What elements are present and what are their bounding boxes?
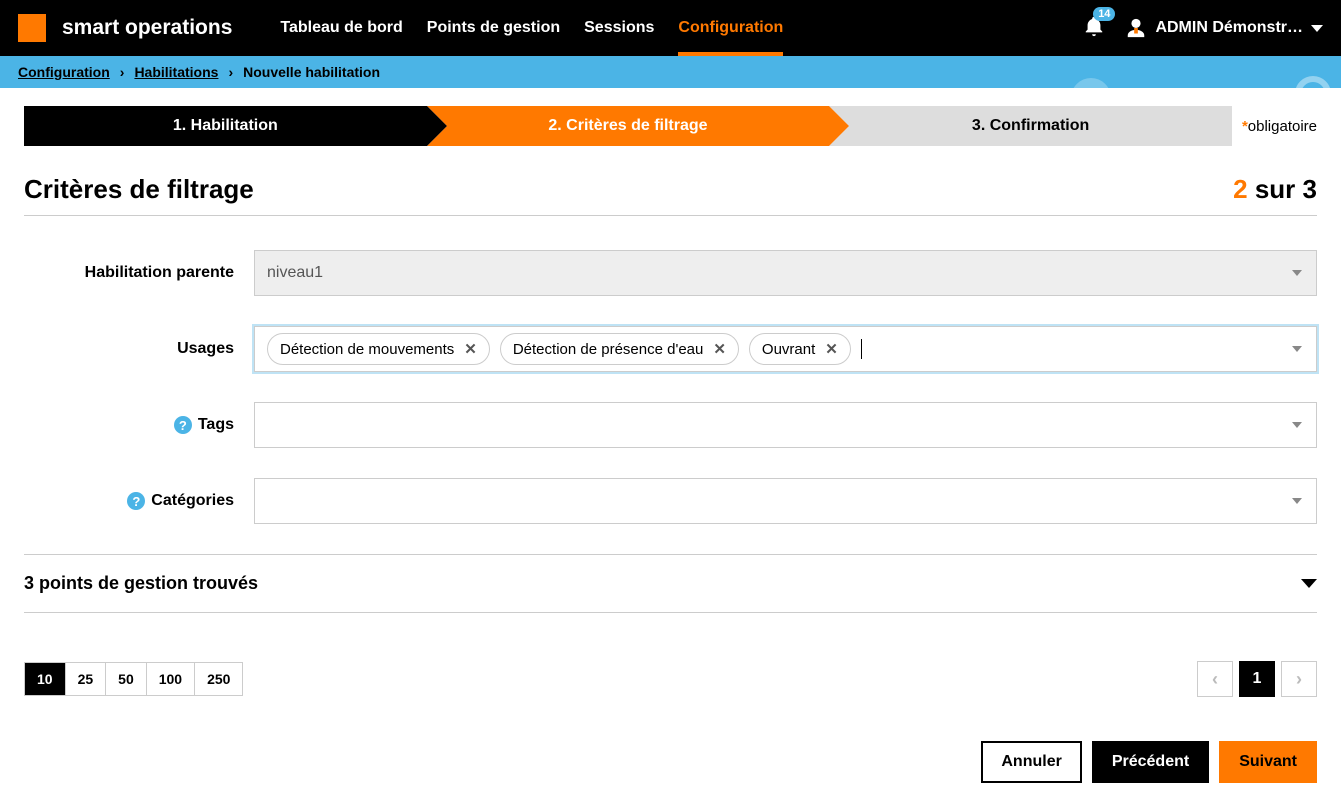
breadcrumb-sep: › bbox=[228, 64, 233, 80]
chevron-down-icon bbox=[1311, 25, 1323, 32]
breadcrumb-link-config[interactable]: Configuration bbox=[18, 64, 110, 80]
chevron-down-icon bbox=[1301, 579, 1317, 588]
parent-value: niveau1 bbox=[267, 264, 323, 282]
parent-select[interactable]: niveau1 bbox=[254, 250, 1317, 296]
required-hint: *obligatoire bbox=[1242, 118, 1317, 135]
header-right: 14 ADMIN Démonstr… bbox=[1083, 13, 1323, 44]
page-1[interactable]: 1 bbox=[1239, 661, 1275, 697]
label-tags: ? Tags bbox=[24, 416, 254, 434]
close-icon[interactable]: ✕ bbox=[713, 340, 726, 358]
brand-name: smart operations bbox=[62, 16, 232, 40]
step-2[interactable]: 2. Critères de filtrage bbox=[427, 106, 830, 146]
chevron-down-icon bbox=[1292, 422, 1302, 428]
text-cursor bbox=[861, 339, 862, 359]
nav-sessions[interactable]: Sessions bbox=[584, 0, 654, 56]
breadcrumb-link-habilitations[interactable]: Habilitations bbox=[134, 64, 218, 80]
page-size-250[interactable]: 250 bbox=[195, 663, 242, 695]
page-size-10[interactable]: 10 bbox=[25, 663, 66, 695]
footer-actions: Annuler Précédent Suivant bbox=[981, 741, 1317, 783]
row-tags: ? Tags bbox=[24, 402, 1317, 448]
next-button[interactable]: Suivant bbox=[1219, 741, 1317, 783]
results-toggle[interactable]: 3 points de gestion trouvés bbox=[24, 554, 1317, 613]
page-size-50[interactable]: 50 bbox=[106, 663, 147, 695]
breadcrumb: Configuration › Habilitations › Nouvelle… bbox=[0, 56, 1341, 88]
help-icon[interactable]: ? bbox=[174, 416, 192, 434]
breadcrumb-sep: › bbox=[120, 64, 125, 80]
chevron-left-icon: ‹ bbox=[1212, 669, 1218, 690]
page-size-25[interactable]: 25 bbox=[66, 663, 107, 695]
row-parent: Habilitation parente niveau1 bbox=[24, 250, 1317, 296]
label-categories: ? Catégories bbox=[24, 492, 254, 510]
close-icon[interactable]: ✕ bbox=[464, 340, 477, 358]
chip-usage: Détection de mouvements✕ bbox=[267, 333, 490, 365]
step-3[interactable]: 3. Confirmation bbox=[829, 106, 1232, 146]
page-next[interactable]: › bbox=[1281, 661, 1317, 697]
page-size-selector: 10 25 50 100 250 bbox=[24, 662, 243, 696]
page-nav: ‹ 1 › bbox=[1197, 661, 1317, 697]
chip-usage: Ouvrant✕ bbox=[749, 333, 851, 365]
user-name: ADMIN Démonstr… bbox=[1155, 19, 1303, 37]
tags-select[interactable] bbox=[254, 402, 1317, 448]
breadcrumb-current: Nouvelle habilitation bbox=[243, 64, 380, 80]
notifications-button[interactable]: 14 bbox=[1083, 13, 1105, 44]
title-row: Critères de filtrage 2 sur 3 bbox=[24, 174, 1317, 216]
step-1[interactable]: 1. Habilitation bbox=[24, 106, 427, 146]
chevron-down-icon bbox=[1292, 270, 1302, 276]
label-usages: Usages bbox=[24, 340, 254, 358]
results-text: 3 points de gestion trouvés bbox=[24, 573, 258, 594]
close-icon[interactable]: ✕ bbox=[825, 340, 838, 358]
page-title: Critères de filtrage bbox=[24, 174, 254, 205]
nav-points[interactable]: Points de gestion bbox=[427, 0, 560, 56]
chevron-down-icon bbox=[1292, 346, 1302, 352]
decor-circle bbox=[1295, 76, 1331, 88]
previous-button[interactable]: Précédent bbox=[1092, 741, 1209, 783]
user-icon bbox=[1125, 16, 1147, 40]
row-usages: Usages Détection de mouvements✕ Détectio… bbox=[24, 326, 1317, 372]
cancel-button[interactable]: Annuler bbox=[981, 741, 1081, 783]
help-icon[interactable]: ? bbox=[127, 492, 145, 510]
notif-badge: 14 bbox=[1093, 7, 1115, 21]
label-parent: Habilitation parente bbox=[24, 264, 254, 282]
categories-select[interactable] bbox=[254, 478, 1317, 524]
brand-logo bbox=[18, 14, 46, 42]
page-prev[interactable]: ‹ bbox=[1197, 661, 1233, 697]
chevron-right-icon: › bbox=[1296, 669, 1302, 690]
app-header: smart operations Tableau de bord Points … bbox=[0, 0, 1341, 56]
chip-usage: Détection de présence d'eau✕ bbox=[500, 333, 739, 365]
usages-multiselect[interactable]: Détection de mouvements✕ Détection de pr… bbox=[254, 326, 1317, 372]
main-nav: Tableau de bord Points de gestion Sessio… bbox=[280, 0, 783, 56]
nav-configuration[interactable]: Configuration bbox=[678, 0, 783, 56]
nav-dashboard[interactable]: Tableau de bord bbox=[280, 0, 402, 56]
user-menu[interactable]: ADMIN Démonstr… bbox=[1125, 16, 1323, 40]
stepper-row: 1. Habilitation 2. Critères de filtrage … bbox=[24, 106, 1317, 146]
stepper: 1. Habilitation 2. Critères de filtrage … bbox=[24, 106, 1232, 146]
row-categories: ? Catégories bbox=[24, 478, 1317, 524]
decor-circle bbox=[1071, 78, 1111, 88]
pager-row: 10 25 50 100 250 ‹ 1 › bbox=[24, 661, 1317, 697]
page-size-100[interactable]: 100 bbox=[147, 663, 195, 695]
step-counter: 2 sur 3 bbox=[1233, 174, 1317, 205]
chevron-down-icon bbox=[1292, 498, 1302, 504]
